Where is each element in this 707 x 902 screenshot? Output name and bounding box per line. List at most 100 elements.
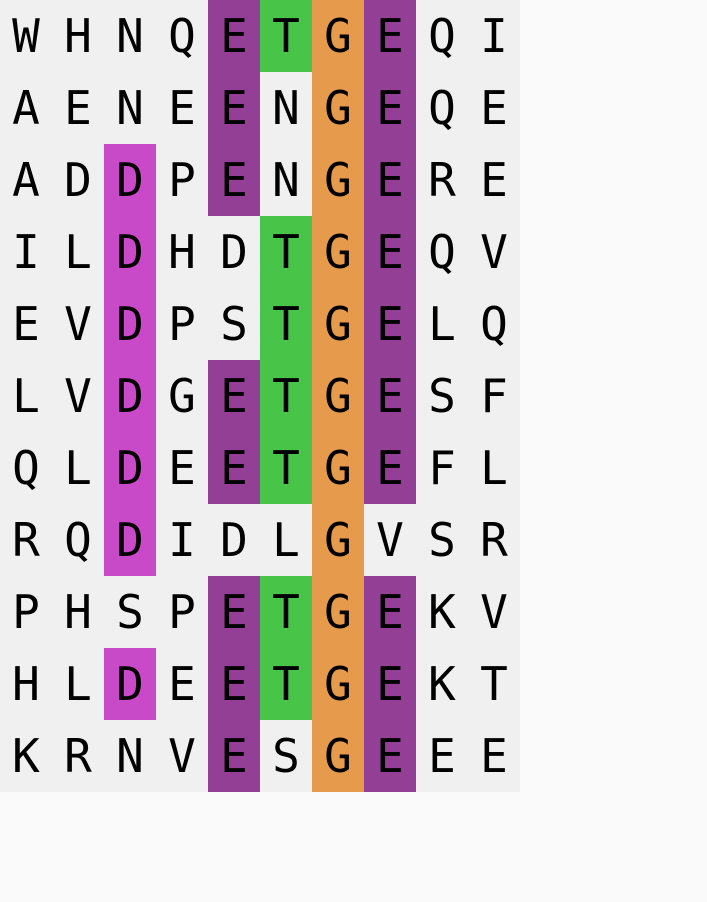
residue-cell: G [312,360,364,432]
residue-cell: E [168,81,196,135]
residue-cell: K [428,585,456,639]
residue-cell: R [428,153,456,207]
residue-cell: E [168,441,196,495]
residue-cell: L [12,369,40,423]
residue-cell: G [312,0,364,72]
residue-cell: H [168,225,196,279]
residue-cell: T [260,0,312,72]
residue-cell: S [272,729,300,783]
residue-cell: K [12,729,40,783]
residue-cell: V [480,225,508,279]
residue-cell: D [104,216,156,288]
residue-cell: Q [428,225,456,279]
residue-cell: T [260,216,312,288]
residue-cell: E [364,360,416,432]
residue-cell: S [428,369,456,423]
residue-cell: E [208,360,260,432]
residue-cell: G [312,288,364,360]
residue-cell: D [64,153,92,207]
residue-cell: L [272,513,300,567]
residue-cell: L [64,657,92,711]
residue-cell: V [64,297,92,351]
residue-cell: T [260,576,312,648]
residue-cell: I [480,9,508,63]
residue-cell: L [64,441,92,495]
residue-cell: E [364,648,416,720]
residue-cell: L [480,441,508,495]
residue-cell: E [208,576,260,648]
residue-cell: N [272,153,300,207]
residue-cell: D [220,225,248,279]
residue-cell: T [260,432,312,504]
residue-cell: T [260,648,312,720]
residue-cell: Q [480,297,508,351]
residue-cell: G [312,216,364,288]
residue-cell: E [208,0,260,72]
residue-cell: G [312,504,364,576]
residue-cell: Q [64,513,92,567]
residue-cell: P [12,585,40,639]
residue-cell: T [260,360,312,432]
residue-cell: E [364,144,416,216]
residue-cell: N [116,9,144,63]
residue-cell: V [480,585,508,639]
residue-cell: Q [168,9,196,63]
residue-cell: I [12,225,40,279]
residue-cell: G [312,648,364,720]
residue-cell: L [428,297,456,351]
residue-cell: G [312,720,364,792]
residue-cell: T [260,288,312,360]
residue-cell: Q [428,81,456,135]
residue-cell: D [104,288,156,360]
residue-cell: S [116,585,144,639]
residue-cell: L [64,225,92,279]
residue-cell: E [208,432,260,504]
residue-cell: T [480,657,508,711]
residue-cell: D [104,144,156,216]
residue-cell: E [428,729,456,783]
residue-cell: D [104,360,156,432]
residue-cell: D [104,504,156,576]
residue-cell: N [116,81,144,135]
residue-cell: P [168,585,196,639]
residue-cell: G [312,72,364,144]
residue-cell: H [12,657,40,711]
residue-cell: N [116,729,144,783]
residue-cell: R [480,513,508,567]
residue-cell: E [64,81,92,135]
residue-cell: Q [428,9,456,63]
residue-cell: V [64,369,92,423]
residue-cell: E [364,720,416,792]
residue-cell: E [208,72,260,144]
residue-cell: G [168,369,196,423]
residue-cell: A [12,153,40,207]
residue-cell: E [480,81,508,135]
residue-cell: K [428,657,456,711]
residue-cell: E [168,657,196,711]
residue-cell: R [12,513,40,567]
residue-cell: N [272,81,300,135]
residue-cell: V [168,729,196,783]
residue-cell: I [168,513,196,567]
residue-cell: G [312,144,364,216]
residue-cell: E [364,576,416,648]
residue-cell: E [12,297,40,351]
residue-cell: E [208,648,260,720]
residue-cell: E [364,288,416,360]
residue-cell: E [364,0,416,72]
residue-cell: D [104,432,156,504]
residue-cell: E [480,729,508,783]
residue-cell: H [64,9,92,63]
residue-cell: S [428,513,456,567]
residue-cell: E [364,72,416,144]
residue-cell: G [312,576,364,648]
residue-cell: E [364,432,416,504]
residue-cell: D [104,648,156,720]
residue-cell: E [208,144,260,216]
residue-cell: D [220,513,248,567]
residue-cell: Q [12,441,40,495]
residue-cell: W [12,9,40,63]
residue-cell: S [220,297,248,351]
residue-cell: G [312,432,364,504]
residue-cell: R [64,729,92,783]
